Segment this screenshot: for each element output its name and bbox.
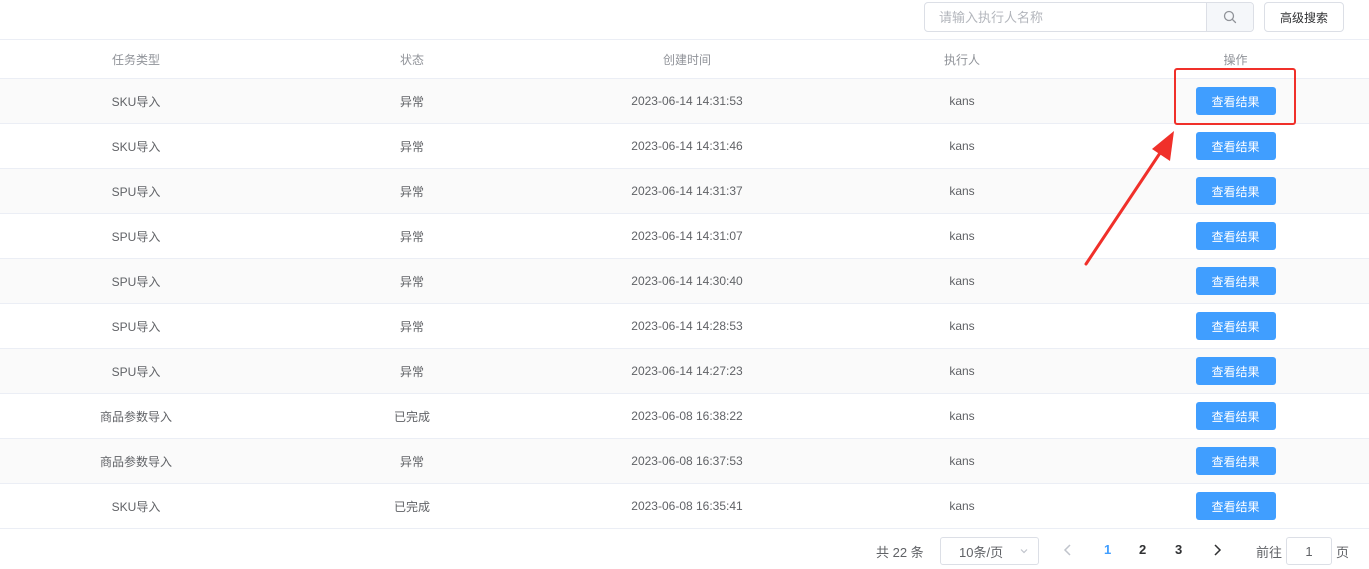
prev-page-button[interactable] xyxy=(1061,542,1075,561)
status-cell: 异常 xyxy=(399,454,424,469)
goto-page-input[interactable] xyxy=(1286,537,1332,565)
page-size-value: 10条/页 xyxy=(959,544,1004,560)
goto-suffix: 页 xyxy=(1336,545,1350,560)
view-result-button[interactable]: 查看结果 xyxy=(1195,402,1276,430)
pagination: 共 22 条 10条/页 1 2 3 前往 页 xyxy=(0,536,1369,566)
executor-cell: kans xyxy=(949,409,975,423)
table-row: 商品参数导入 已完成 2023-06-08 16:38:22 kans 查看结果 xyxy=(0,394,1369,439)
advanced-search-button[interactable]: 高级搜索 xyxy=(1264,2,1344,32)
status-cell: 异常 xyxy=(399,94,424,109)
task-type-cell: 商品参数导入 xyxy=(99,409,172,424)
header-actions: 操作 xyxy=(1223,52,1248,67)
chevron-right-icon xyxy=(1214,544,1222,556)
task-type-cell: SKU导入 xyxy=(111,499,161,514)
task-type-cell: SPU导入 xyxy=(111,319,161,334)
executor-search-input[interactable] xyxy=(925,3,1206,31)
created-time-cell: 2023-06-08 16:35:41 xyxy=(631,499,743,513)
task-type-cell: SKU导入 xyxy=(111,139,161,154)
actions-cell: 查看结果 xyxy=(1102,484,1369,528)
task-type-cell: SPU导入 xyxy=(111,229,161,244)
task-type-cell: 商品参数导入 xyxy=(99,454,172,469)
row-1-view-result-button[interactable]: 查看结果 xyxy=(1195,87,1276,115)
table-row: SPU导入 异常 2023-06-14 14:31:07 kans 查看结果 xyxy=(0,214,1369,259)
header-created-time: 创建时间 xyxy=(662,52,711,67)
view-result-button[interactable]: 查看结果 xyxy=(1195,447,1276,475)
executor-cell: kans xyxy=(949,274,975,288)
executor-cell: kans xyxy=(949,184,975,198)
created-time-cell: 2023-06-08 16:38:22 xyxy=(631,409,743,423)
status-cell: 已完成 xyxy=(393,409,430,424)
header-executor: 执行人 xyxy=(943,52,980,67)
table-header: 任务类型 状态 创建时间 执行人 操作 xyxy=(0,39,1369,79)
status-cell: 异常 xyxy=(399,364,424,379)
actions-cell: 查看结果 xyxy=(1102,79,1369,123)
executor-cell: kans xyxy=(949,229,975,243)
created-time-cell: 2023-06-14 14:30:40 xyxy=(631,274,743,288)
executor-cell: kans xyxy=(949,499,975,513)
view-result-button[interactable]: 查看结果 xyxy=(1195,132,1276,160)
toolbar: 高级搜索 xyxy=(0,2,1369,36)
table-row: SKU导入 异常 2023-06-14 14:31:46 kans 查看结果 xyxy=(0,124,1369,169)
page-2-button[interactable]: 2 xyxy=(1139,542,1146,557)
status-cell: 异常 xyxy=(399,184,424,199)
search-button[interactable] xyxy=(1206,3,1253,31)
executor-cell: kans xyxy=(949,94,975,108)
table-row: SPU导入 异常 2023-06-14 14:28:53 kans 查看结果 xyxy=(0,304,1369,349)
actions-cell: 查看结果 xyxy=(1102,439,1369,483)
status-cell: 已完成 xyxy=(393,499,430,514)
task-type-cell: SPU导入 xyxy=(111,274,161,289)
task-table: 任务类型 状态 创建时间 执行人 操作 SKU导入 异常 2023-06-14 14… xyxy=(0,39,1369,529)
actions-cell: 查看结果 xyxy=(1102,259,1369,303)
actions-cell: 查看结果 xyxy=(1102,304,1369,348)
next-page-button[interactable] xyxy=(1210,542,1224,561)
status-cell: 异常 xyxy=(399,319,424,334)
view-result-button[interactable]: 查看结果 xyxy=(1195,267,1276,295)
table-row: SKU导入 异常 2023-06-14 14:31:53 kans 查看结果 xyxy=(0,79,1369,124)
view-result-button[interactable]: 查看结果 xyxy=(1195,177,1276,205)
chevron-down-icon xyxy=(1020,549,1028,554)
header-task-type: 任务类型 xyxy=(111,52,160,67)
page-3-button[interactable]: 3 xyxy=(1175,542,1182,557)
header-status: 状态 xyxy=(399,52,424,67)
view-result-button[interactable]: 查看结果 xyxy=(1195,312,1276,340)
created-time-cell: 2023-06-14 14:27:23 xyxy=(631,364,743,378)
task-type-cell: SPU导入 xyxy=(111,184,161,199)
executor-cell: kans xyxy=(949,364,975,378)
page-size-select[interactable]: 10条/页 xyxy=(940,537,1039,565)
task-type-cell: SKU导入 xyxy=(111,94,161,109)
table-body: SKU导入 异常 2023-06-14 14:31:53 kans 查看结果 SKU导入异… xyxy=(0,79,1369,529)
task-type-cell: SPU导入 xyxy=(111,364,161,379)
actions-cell: 查看结果 xyxy=(1102,349,1369,393)
actions-cell: 查看结果 xyxy=(1102,169,1369,213)
table-row: 商品参数导入 异常 2023-06-08 16:37:53 kans 查看结果 xyxy=(0,439,1369,484)
search-icon xyxy=(1223,10,1237,24)
executor-cell: kans xyxy=(949,139,975,153)
actions-cell: 查看结果 xyxy=(1102,394,1369,438)
created-time-cell: 2023-06-08 16:37:53 xyxy=(631,454,743,468)
goto-label: 前往 xyxy=(1256,545,1283,560)
pagination-total: 共 22 条 xyxy=(876,545,924,560)
actions-cell: 查看结果 xyxy=(1102,124,1369,168)
chevron-left-icon xyxy=(1063,544,1071,556)
status-cell: 异常 xyxy=(399,229,424,244)
view-result-button[interactable]: 查看结果 xyxy=(1195,357,1276,385)
executor-cell: kans xyxy=(949,454,975,468)
created-time-cell: 2023-06-14 14:31:37 xyxy=(631,184,743,198)
table-row: SPU导入 异常 2023-06-14 14:30:40 kans 查看结果 xyxy=(0,259,1369,304)
table-row: SPU导入 异常 2023-06-14 14:27:23 kans 查看结果 xyxy=(0,349,1369,394)
view-result-button[interactable]: 查看结果 xyxy=(1195,492,1276,520)
created-time-cell: 2023-06-14 14:31:07 xyxy=(631,229,743,243)
page-1-button[interactable]: 1 xyxy=(1104,542,1111,557)
status-cell: 异常 xyxy=(399,139,424,154)
executor-cell: kans xyxy=(949,319,975,333)
status-cell: 异常 xyxy=(399,274,424,289)
search-box xyxy=(924,2,1254,32)
actions-cell: 查看结果 xyxy=(1102,214,1369,258)
view-result-button[interactable]: 查看结果 xyxy=(1195,222,1276,250)
table-row: SPU导入 异常 2023-06-14 14:31:37 kans 查看结果 xyxy=(0,169,1369,214)
created-time-cell: 2023-06-14 14:28:53 xyxy=(631,319,743,333)
created-time-cell: 2023-06-14 14:31:53 xyxy=(631,94,743,108)
created-time-cell: 2023-06-14 14:31:46 xyxy=(631,139,743,153)
table-row: SKU导入 已完成 2023-06-08 16:35:41 kans 查看结果 xyxy=(0,484,1369,529)
